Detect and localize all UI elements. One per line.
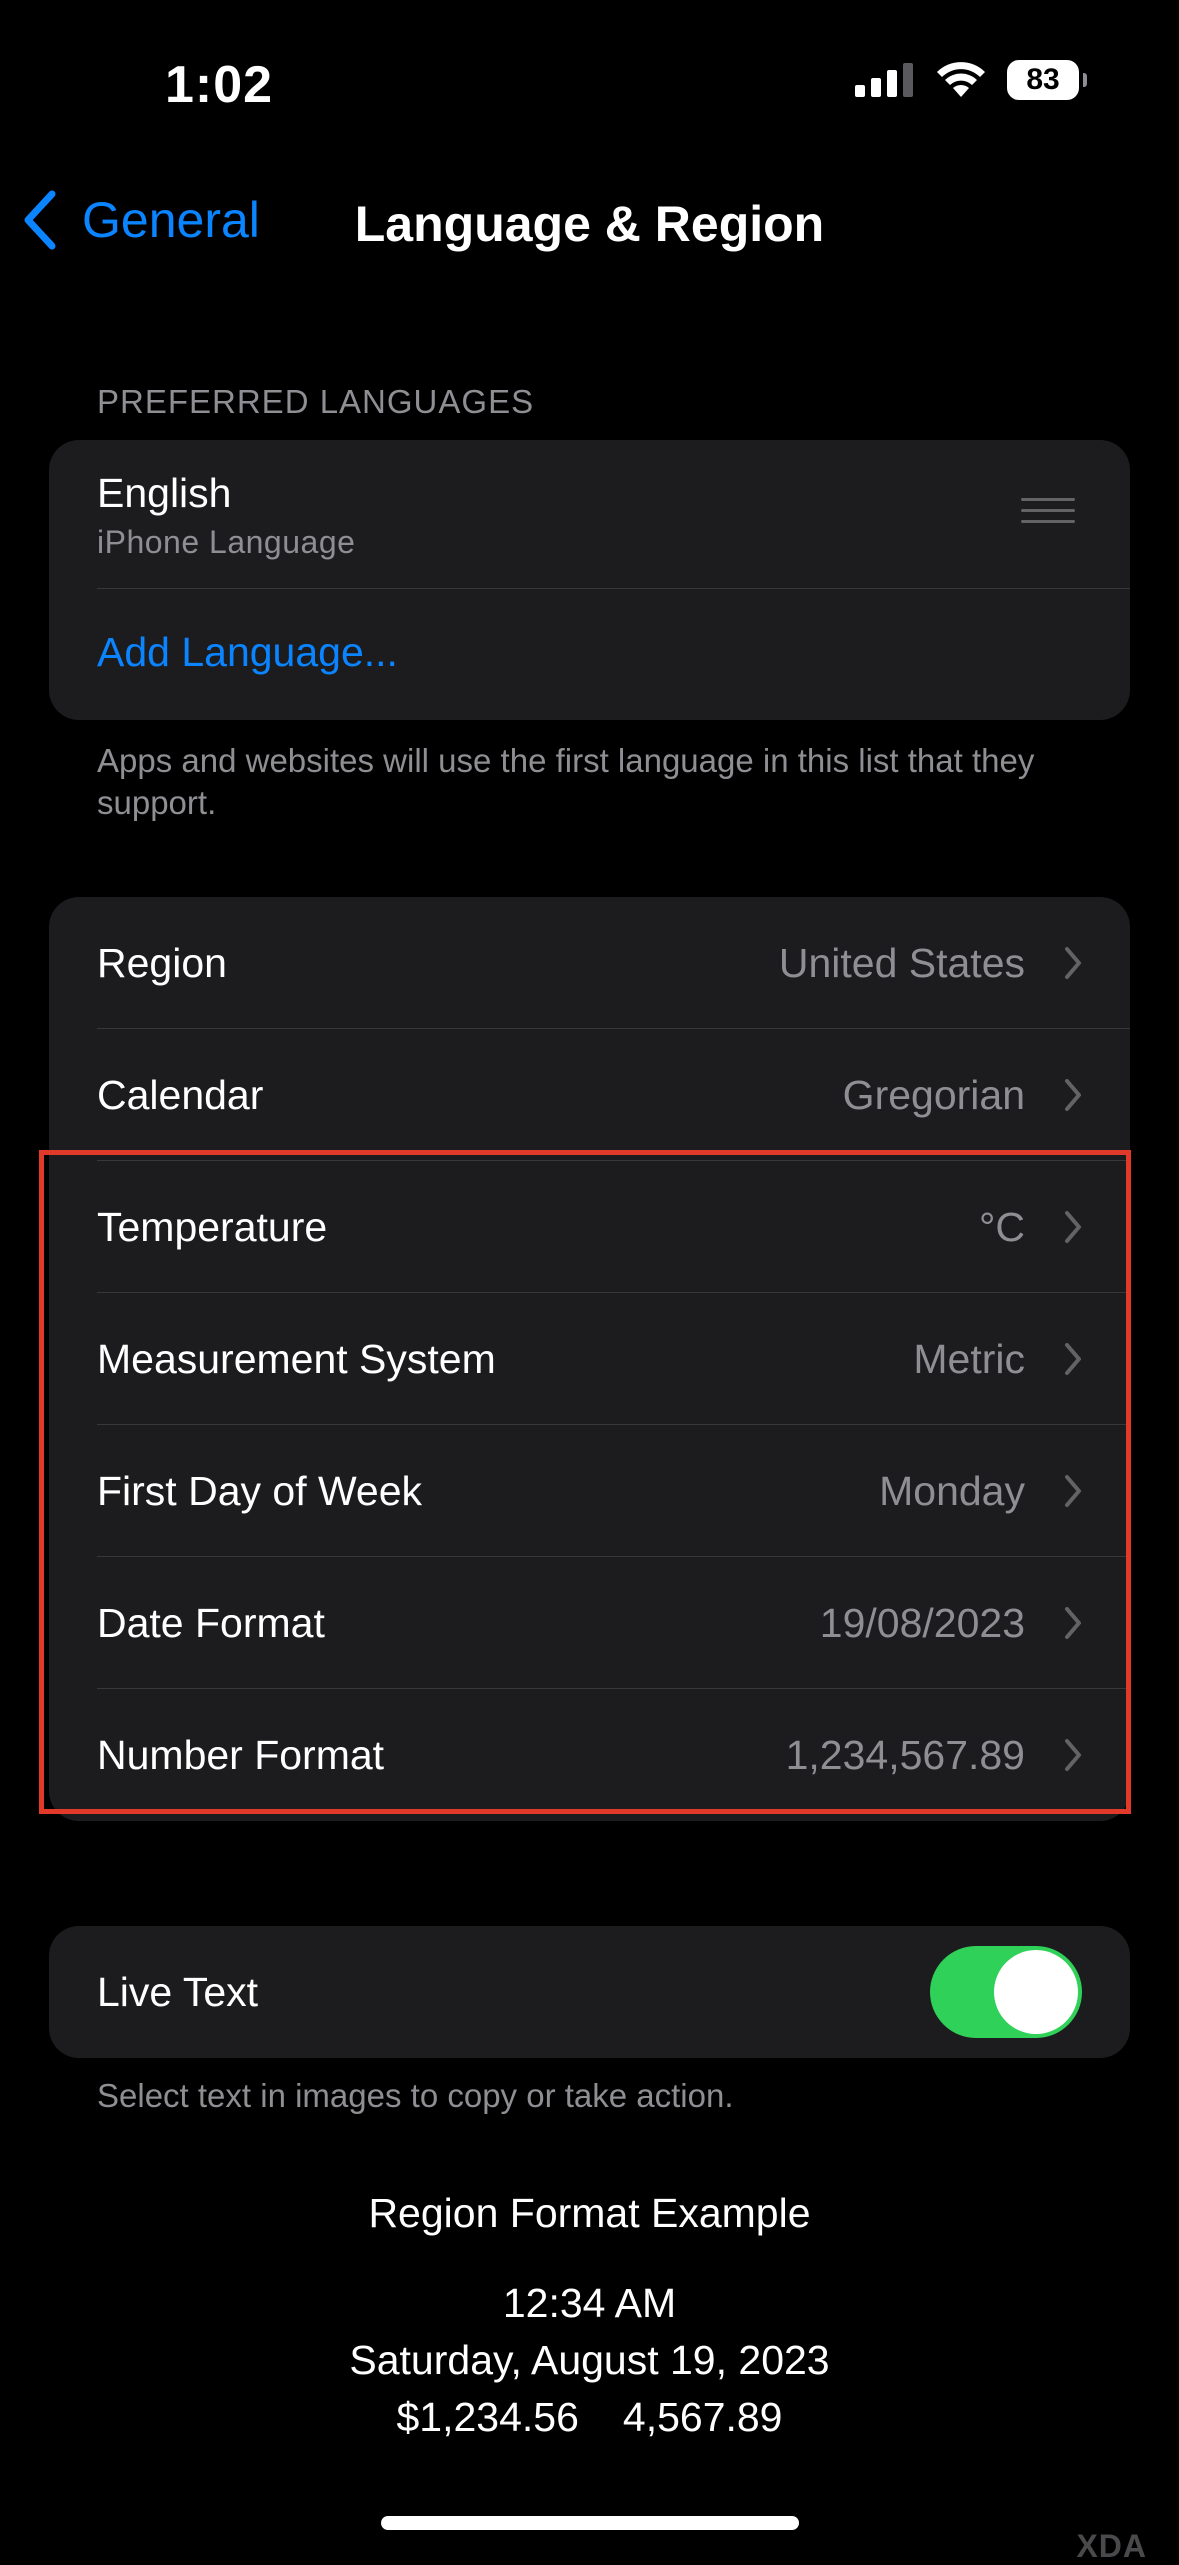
status-icons: 83 [855,60,1087,100]
settings-row-number-format[interactable]: Number Format 1,234,567.89 [49,1689,1130,1821]
row-label: First Day of Week [97,1467,423,1514]
chevron-right-icon [1065,1739,1081,1771]
row-label: Temperature [97,1203,328,1250]
row-label: Live Text [97,1968,259,2015]
format-example-title: Region Format Example [368,2190,811,2236]
live-text-toggle[interactable] [930,1946,1082,2038]
chevron-right-icon [1065,947,1081,979]
wifi-icon [937,62,985,97]
settings-row-calendar[interactable]: Calendar Gregorian [49,1029,1130,1161]
add-language-row[interactable]: Add Language... [49,589,1130,720]
add-language-button[interactable]: Add Language... [97,629,398,676]
home-indicator[interactable] [381,2516,799,2530]
battery-level: 83 [1026,63,1060,96]
page-title: Language & Region [354,196,825,252]
cellular-signal-icon [855,63,913,97]
format-example-date: Saturday, August 19, 2023 [349,2337,830,2383]
row-value: United States [778,939,1025,986]
row-value: Monday [879,1467,1025,1514]
format-example-numbers: $1,234.56 4,567.89 [0,2394,1179,2441]
live-text-footer-note: Select text in images to copy or take ac… [97,2077,734,2114]
settings-row-temperature[interactable]: Temperature °C [49,1161,1130,1293]
row-value: °C [978,1203,1025,1250]
language-subtitle: iPhone Language [97,524,356,560]
language-row-english[interactable]: English iPhone Language [49,440,1130,589]
live-text-group: Live Text [49,1926,1130,2058]
settings-row-live-text: Live Text [49,1926,1130,2058]
region-settings-group: Region United States Calendar Gregorian … [49,897,1130,1821]
settings-row-first-day-of-week[interactable]: First Day of Week Monday [49,1425,1130,1557]
format-example-number: 4,567.89 [622,2394,783,2440]
settings-row-measurement-system[interactable]: Measurement System Metric [49,1293,1130,1425]
chevron-right-icon [1065,1343,1081,1375]
status-time: 1:02 [165,56,274,114]
format-example-time: 12:34 AM [502,2280,677,2326]
row-label: Region [97,939,227,986]
chevron-right-icon [1065,1079,1081,1111]
languages-footer-note: Apps and websites will use the first lan… [97,742,1035,821]
row-value: 1,234,567.89 [785,1731,1025,1778]
row-value: Metric [913,1335,1025,1382]
settings-row-region[interactable]: Region United States [49,897,1130,1029]
row-label: Calendar [97,1071,264,1118]
chevron-right-icon [1065,1211,1081,1243]
chevron-right-icon [1065,1607,1081,1639]
row-value: 19/08/2023 [819,1599,1025,1646]
battery-icon: 83 [1007,60,1087,100]
section-header-preferred-languages: PREFERRED LANGUAGES [97,383,535,420]
row-label: Number Format [97,1731,385,1778]
row-label: Measurement System [97,1335,496,1382]
preferred-languages-group: English iPhone Language Add Language... [49,440,1130,720]
row-label: Date Format [97,1599,325,1646]
reorder-handle-icon[interactable] [1021,496,1075,526]
format-example-currency: $1,234.56 [396,2394,579,2440]
language-name: English [97,470,232,516]
watermark-logo: XDA [1076,2528,1147,2564]
toggle-knob [994,1950,1078,2034]
row-value: Gregorian [842,1071,1025,1118]
settings-row-date-format[interactable]: Date Format 19/08/2023 [49,1557,1130,1689]
chevron-right-icon [1065,1475,1081,1507]
